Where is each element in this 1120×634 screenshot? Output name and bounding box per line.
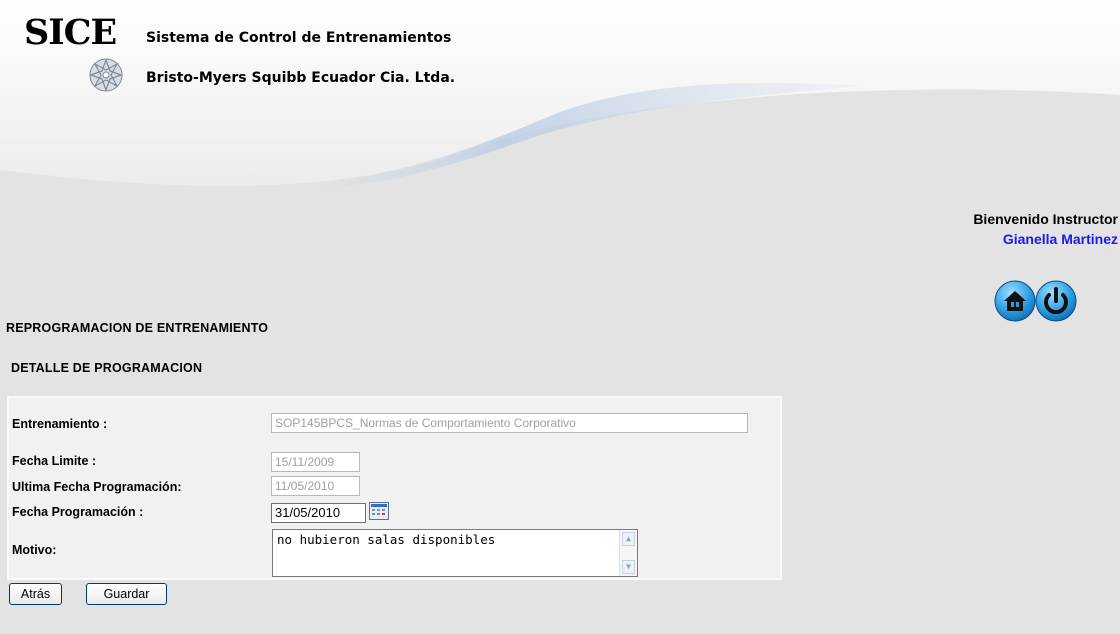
deadline-label: Fecha Limite :: [12, 454, 97, 468]
reason-text: no hubieron salas disponibles: [277, 532, 496, 547]
page-title: REPROGRAMACION DE ENTRENAMIENTO: [6, 321, 269, 335]
logout-button[interactable]: [1035, 280, 1077, 322]
training-label: Entrenamiento :: [12, 417, 108, 431]
training-field[interactable]: SOP145BPCS_Normas de Comportamiento Corp…: [271, 413, 748, 433]
reason-scrollbar[interactable]: ▲ ▼: [619, 530, 637, 576]
power-icon: [1035, 280, 1077, 322]
company-logo-icon: [89, 58, 123, 92]
company-name: Bristo-Myers Squibb Ecuador Cia. Ltda.: [146, 70, 456, 86]
system-title: Sistema de Control de Entrenamientos: [146, 30, 452, 46]
deadline-field[interactable]: 15/11/2009: [271, 452, 360, 472]
calendar-icon[interactable]: [369, 502, 389, 520]
welcome-text: Bienvenido Instructor: [973, 211, 1118, 227]
reason-label: Motivo:: [12, 543, 57, 557]
reason-textarea[interactable]: no hubieron salas disponibles ▲ ▼: [272, 529, 638, 577]
home-button[interactable]: [994, 280, 1036, 322]
scroll-up-icon[interactable]: ▲: [622, 532, 635, 546]
welcome-block: Bienvenido Instructor Gianella Martinez: [973, 209, 1118, 249]
scroll-down-icon[interactable]: ▼: [622, 560, 635, 574]
schedule-date-label: Fecha Programación :: [12, 505, 144, 519]
user-name: Gianella Martinez: [1002, 231, 1118, 247]
last-date-field[interactable]: 11/05/2010: [271, 476, 360, 496]
home-icon: [994, 280, 1036, 322]
section-title: DETALLE DE PROGRAMACION: [11, 361, 203, 375]
last-date-label: Ultima Fecha Programación:: [12, 480, 182, 494]
schedule-date-field[interactable]: 31/05/2010: [271, 503, 366, 523]
save-button[interactable]: Guardar: [86, 583, 167, 605]
back-button[interactable]: Atrás: [9, 583, 62, 605]
sice-logo: SICE: [24, 12, 117, 53]
